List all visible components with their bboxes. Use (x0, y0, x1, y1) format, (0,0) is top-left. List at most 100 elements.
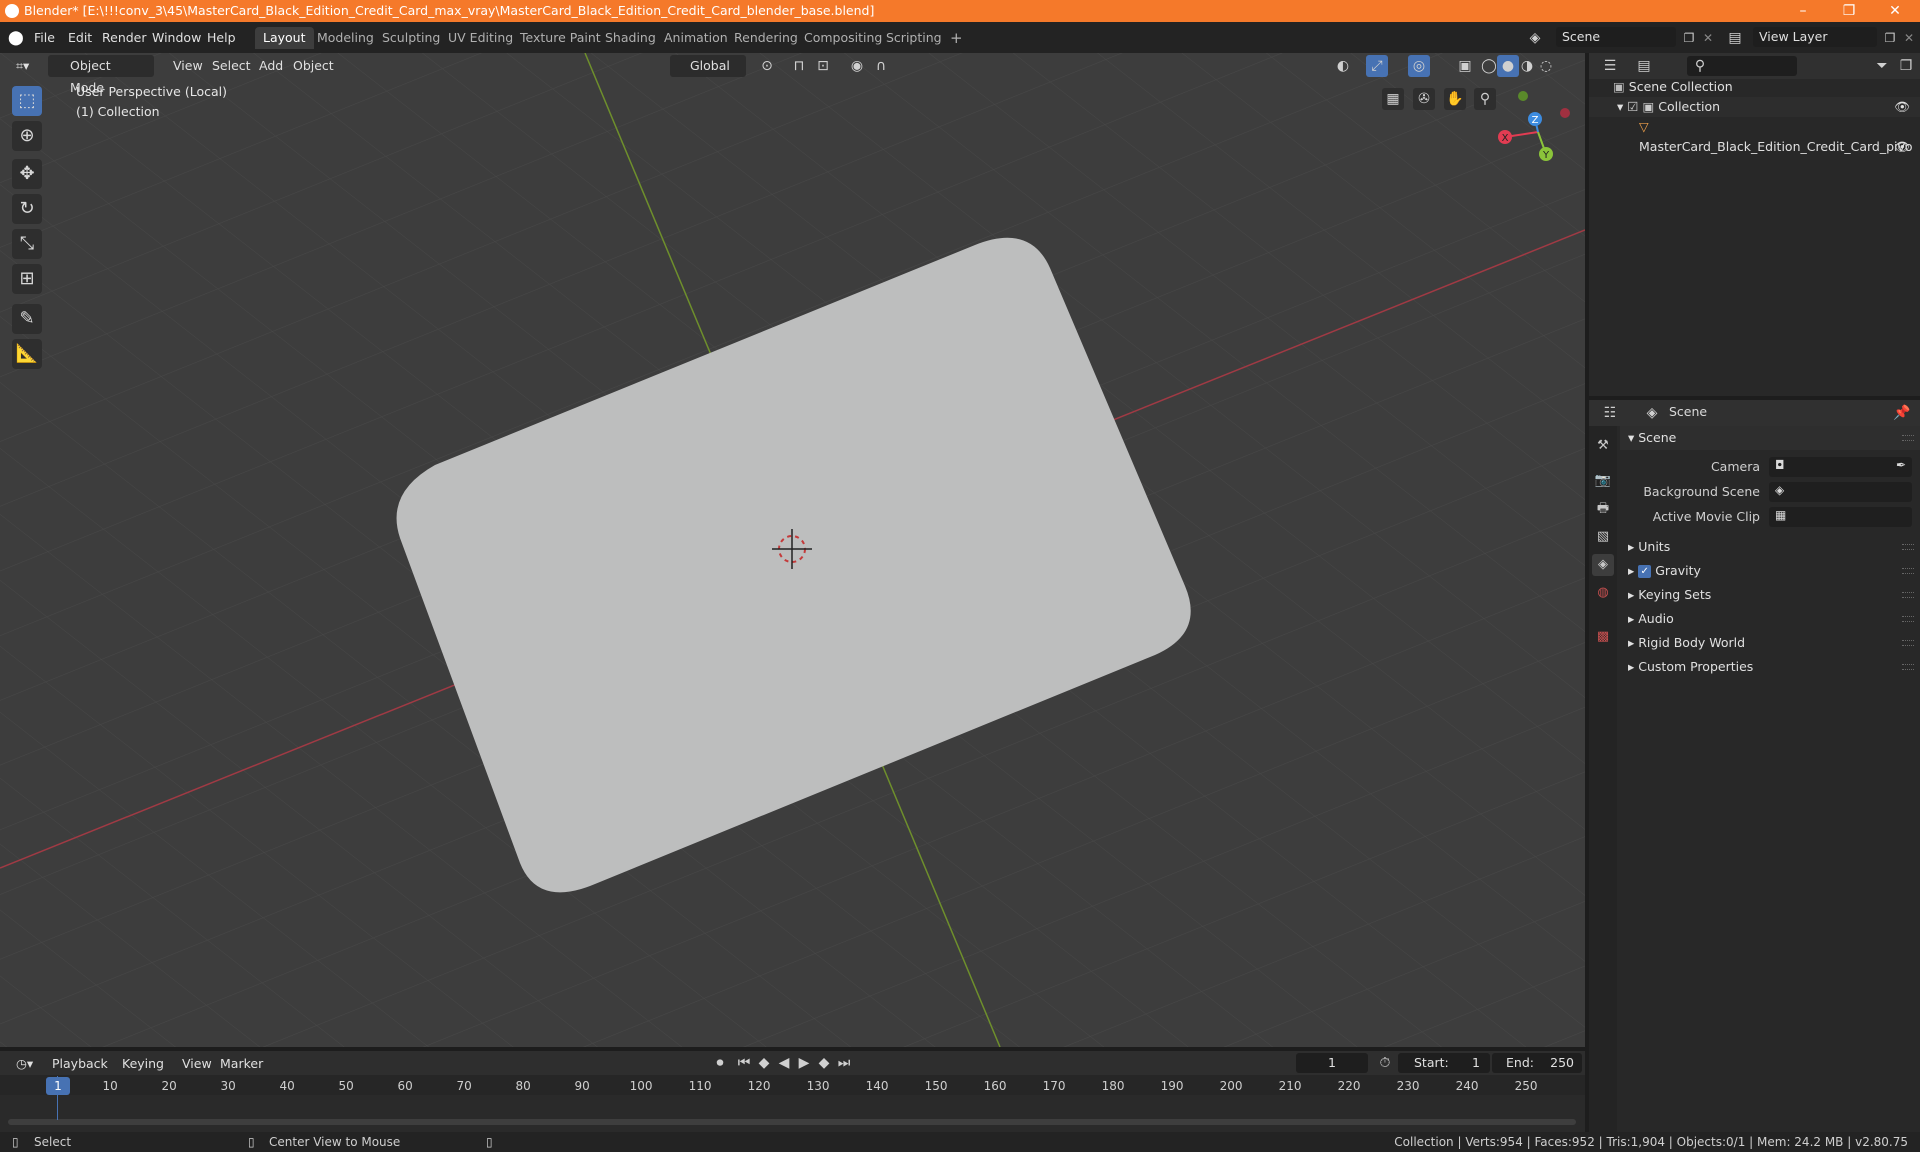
menu-view[interactable]: View (167, 55, 209, 77)
perspective-toggle-icon[interactable]: ▦ (1382, 88, 1404, 110)
rotate-tool-icon[interactable]: ↻ (12, 194, 42, 224)
outliner-editor-type-icon[interactable]: ☰ (1599, 55, 1621, 77)
menu-timeline-view[interactable]: View (176, 1053, 218, 1075)
falloff-icon[interactable]: ∩ (870, 55, 892, 77)
proportional-edit-icon[interactable]: ◉ (846, 55, 868, 77)
transform-orientation-dropdown[interactable]: Global (670, 55, 746, 77)
display-mode-icon[interactable]: ▤ (1633, 55, 1655, 77)
select-box-tool-icon[interactable]: ⬚ (12, 86, 42, 116)
menu-edit[interactable]: Edit (68, 28, 92, 48)
3d-viewport[interactable]: X Y Z (0, 53, 1585, 1047)
jump-end-icon[interactable]: ⏭ (833, 1052, 855, 1074)
playback-dropdown[interactable]: Playback (46, 1053, 114, 1075)
collection-checkbox[interactable]: ☑ (1627, 99, 1642, 114)
audio-panel-header[interactable]: ▸ Audio (1620, 607, 1920, 631)
menu-select[interactable]: Select (206, 55, 257, 77)
camera-view-icon[interactable]: ✇ (1413, 88, 1435, 110)
gizmo-toggle-icon[interactable]: ⤢ (1366, 55, 1388, 77)
transform-tool-icon[interactable]: ⊞ (12, 264, 42, 294)
timeline-editor-type-icon[interactable]: ◷▾ (10, 1053, 39, 1075)
drag-grip-icon[interactable] (1902, 640, 1914, 646)
jump-start-icon[interactable]: ⏮ (733, 1052, 755, 1074)
camera-field[interactable]: ◘ ✒ (1769, 457, 1912, 477)
record-icon[interactable]: ⏺ (709, 1052, 731, 1074)
background-scene-field[interactable]: ◈ (1769, 482, 1912, 502)
maximize-button[interactable]: ❐ (1826, 0, 1872, 22)
view-layer-field[interactable]: View Layer (1753, 27, 1877, 47)
zoom-icon[interactable]: ⚲ (1474, 88, 1496, 110)
drag-grip-icon[interactable] (1902, 568, 1914, 574)
eye-icon[interactable]: 👁 (1894, 137, 1910, 157)
play-icon[interactable]: ▶ (793, 1052, 815, 1074)
object-mode-dropdown[interactable]: Object Mode (48, 55, 154, 95)
overlay-toggle-icon[interactable]: ◎ (1408, 55, 1430, 77)
current-frame-field[interactable]: 1 (1296, 1053, 1368, 1073)
drag-grip-icon[interactable] (1902, 592, 1914, 598)
tab-uv-editing[interactable]: UV Editing (440, 27, 521, 49)
outliner-row-scene-collection[interactable]: ▣ Scene Collection (1589, 77, 1920, 97)
tool-tab-icon[interactable]: ⚒ (1592, 435, 1614, 457)
expand-arrow-icon[interactable]: ▾ (1617, 99, 1627, 114)
close-button[interactable]: ✕ (1872, 0, 1918, 22)
tab-texture-paint[interactable]: Texture Paint (512, 27, 609, 49)
tab-shading[interactable]: Shading (597, 27, 664, 49)
eye-icon[interactable]: 👁 (1894, 97, 1910, 117)
menu-window[interactable]: Window (152, 28, 201, 48)
timeline-scrollbar[interactable] (8, 1119, 1576, 1125)
tab-compositing[interactable]: Compositing (796, 27, 890, 49)
tab-modeling[interactable]: Modeling (309, 27, 382, 49)
tab-scripting[interactable]: Scripting (878, 27, 950, 49)
scene-panel-header[interactable]: ▾ Scene (1620, 426, 1920, 450)
xray-icon[interactable]: ▣ (1454, 55, 1476, 77)
drag-grip-icon[interactable] (1902, 435, 1914, 441)
viewport-canvas[interactable]: X Y Z (0, 53, 1585, 1047)
menu-object[interactable]: Object (287, 55, 340, 77)
eyedropper-icon[interactable]: ✒ (1896, 458, 1906, 472)
tab-animation[interactable]: Animation (656, 27, 736, 49)
tab-sculpting[interactable]: Sculpting (374, 27, 448, 49)
tab-rendering[interactable]: Rendering (726, 27, 806, 49)
tab-layout[interactable]: Layout (255, 27, 314, 49)
outliner-row-object[interactable]: ▽ MasterCard_Black_Edition_Credit_Card_p… (1589, 117, 1920, 154)
annotate-tool-icon[interactable]: ✎ (12, 304, 42, 334)
scene-tab-icon[interactable]: ◈ (1592, 554, 1614, 576)
render-tab-icon[interactable]: 📷 (1592, 470, 1614, 492)
keying-sets-panel-header[interactable]: ▸ Keying Sets (1620, 583, 1920, 607)
measure-tool-icon[interactable]: 📐 (12, 339, 42, 369)
gravity-panel-header[interactable]: ▸ ✓ Gravity (1620, 559, 1920, 583)
new-collection-icon[interactable]: ❐ (1895, 55, 1917, 77)
properties-editor-type-icon[interactable]: ☷ (1599, 402, 1621, 424)
prev-keyframe-icon[interactable]: ◆ (753, 1052, 775, 1074)
drag-grip-icon[interactable] (1902, 544, 1914, 550)
rendered-shading-icon[interactable]: ◌ (1535, 55, 1557, 77)
end-frame-field[interactable]: End: 250 (1492, 1053, 1582, 1073)
play-reverse-icon[interactable]: ◀ (773, 1052, 795, 1074)
snap-target-icon[interactable]: ⊡ (812, 55, 834, 77)
units-panel-header[interactable]: ▸ Units (1620, 535, 1920, 559)
active-movie-clip-field[interactable]: ▦ (1769, 507, 1912, 527)
menu-render[interactable]: Render (102, 28, 147, 48)
stopwatch-icon[interactable]: ⏱ (1374, 1052, 1396, 1074)
snap-icon[interactable]: ⊓ (788, 55, 810, 77)
view-layer-selector-icon[interactable]: ▤ (1724, 27, 1746, 49)
move-tool-icon[interactable]: ✥ (12, 159, 42, 189)
scene-selector-icon[interactable]: ◈ (1524, 27, 1546, 49)
drag-grip-icon[interactable] (1902, 616, 1914, 622)
next-keyframe-icon[interactable]: ◆ (813, 1052, 835, 1074)
menu-add[interactable]: Add (253, 55, 289, 77)
custom-properties-panel-header[interactable]: ▸ Custom Properties (1620, 655, 1920, 679)
pin-icon[interactable]: 📌 (1891, 402, 1913, 424)
add-workspace-button[interactable]: + (942, 27, 971, 49)
menu-help[interactable]: Help (207, 28, 236, 48)
scene-field[interactable]: Scene (1556, 27, 1676, 47)
drag-grip-icon[interactable] (1902, 664, 1914, 670)
rigid-body-world-panel-header[interactable]: ▸ Rigid Body World (1620, 631, 1920, 655)
menu-file[interactable]: File (34, 28, 55, 48)
outliner-row-collection[interactable]: ▾ ☑ ▣ Collection 👁 (1589, 97, 1920, 117)
start-frame-field[interactable]: Start: 1 (1398, 1053, 1490, 1073)
keying-dropdown[interactable]: Keying (116, 1053, 170, 1075)
editor-type-icon[interactable]: ⌗▾ (10, 55, 35, 77)
scale-tool-icon[interactable]: ⤡ (12, 229, 42, 259)
gravity-checkbox[interactable]: ✓ (1638, 565, 1652, 578)
output-tab-icon[interactable]: 🖶 (1592, 498, 1614, 520)
